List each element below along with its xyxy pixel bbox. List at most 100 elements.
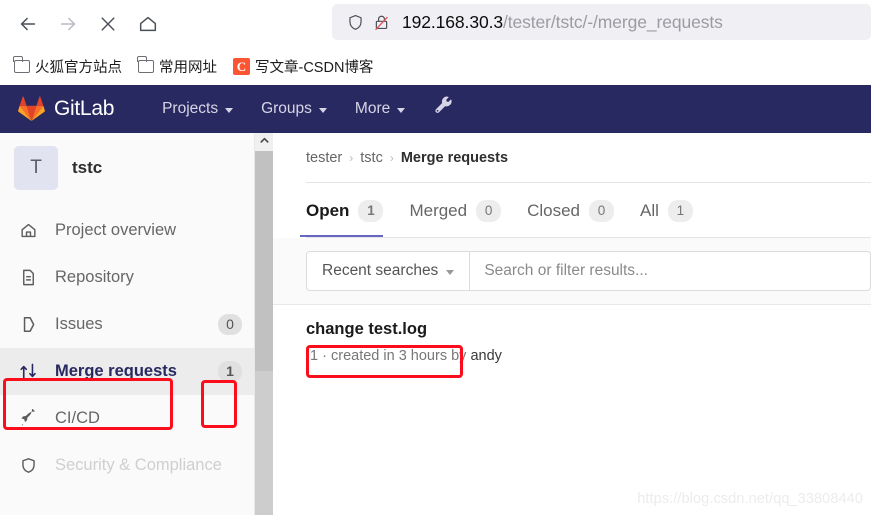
- sidebar-scroll-up-button[interactable]: [255, 133, 273, 151]
- sidebar-nav-list: Project overview Repository Issues 0 Mer…: [0, 207, 254, 489]
- tab-count: 1: [667, 200, 693, 222]
- sidebar-item-label: CI/CD: [55, 409, 100, 427]
- url-text[interactable]: 192.168.30.3/tester/tstc/-/merge_request…: [402, 12, 723, 33]
- merge-request-list-item[interactable]: change test.log !1 · created in 3 hours …: [273, 305, 871, 380]
- sidebar-item-merge-requests[interactable]: Merge requests 1: [0, 348, 254, 395]
- stop-button[interactable]: [88, 4, 128, 44]
- chevron-down-icon: [446, 269, 455, 275]
- close-x-icon: [98, 14, 118, 34]
- sidebar-item-project-overview[interactable]: Project overview: [0, 207, 254, 254]
- forward-button[interactable]: [48, 4, 88, 44]
- admin-area-button[interactable]: [433, 96, 455, 123]
- tab-closed[interactable]: Closed 0: [527, 200, 624, 237]
- nav-more-label: More: [354, 100, 391, 117]
- breadcrumb-separator: ›: [389, 151, 394, 165]
- sidebar-item-label: Issues: [55, 315, 103, 333]
- issue-icon: [17, 314, 39, 336]
- home-icon: [137, 13, 159, 35]
- search-filter-bar[interactable]: Recent searches Search or filter results…: [306, 251, 871, 291]
- breadcrumb-item-group[interactable]: tester: [306, 150, 342, 166]
- chevron-down-icon: [397, 107, 406, 113]
- back-button[interactable]: [8, 4, 48, 44]
- sidebar-item-security-compliance[interactable]: Security & Compliance: [0, 442, 254, 489]
- merge-request-title[interactable]: change test.log: [306, 320, 427, 339]
- search-input[interactable]: Search or filter results...: [470, 252, 662, 290]
- lock-crossed-out-icon[interactable]: [368, 9, 394, 35]
- tab-merged[interactable]: Merged 0: [409, 200, 511, 237]
- nav-projects-label: Projects: [162, 100, 219, 117]
- project-name: tstc: [72, 158, 103, 177]
- home-button[interactable]: [128, 4, 168, 44]
- shield-icon: [17, 455, 39, 477]
- sidebar-scrollbar-thumb[interactable]: [255, 151, 273, 371]
- bookmark-item[interactable]: C 写文章-CSDN博客: [227, 53, 379, 80]
- tab-label: Closed: [527, 201, 581, 220]
- sidebar-item-label: Security & Compliance: [55, 456, 222, 474]
- breadcrumb-current: Merge requests: [400, 150, 509, 166]
- nav-more[interactable]: More: [341, 94, 419, 124]
- main-content: tester › tstc › Merge requests Open 1 Me…: [273, 133, 871, 515]
- gitlab-nav-items: Projects Groups More: [148, 94, 455, 124]
- recent-searches-dropdown[interactable]: Recent searches: [307, 252, 471, 290]
- sidebar-item-label: Project overview: [55, 221, 177, 239]
- url-path: /tester/tstc/-/merge_requests: [502, 11, 723, 32]
- sidebar-item-count: 1: [218, 361, 242, 382]
- chevron-down-icon: [318, 107, 327, 113]
- tab-open[interactable]: Open 1: [299, 200, 393, 237]
- rocket-icon: [17, 408, 39, 430]
- merge-request-list: change test.log !1 · created in 3 hours …: [273, 305, 871, 380]
- browser-chrome: 192.168.30.3/tester/tstc/-/merge_request…: [0, 0, 871, 85]
- tab-all[interactable]: All 1: [640, 200, 703, 237]
- merge-request-state-tabs: Open 1 Merged 0 Closed 0 All 1: [273, 183, 871, 237]
- url-host: 192.168.30.3: [402, 11, 503, 32]
- folder-icon: [13, 56, 30, 73]
- sidebar-item-issues[interactable]: Issues 0: [0, 301, 254, 348]
- shield-icon[interactable]: [342, 9, 368, 35]
- meta-separator: ·: [322, 348, 327, 364]
- gitlab-home-link[interactable]: GitLab: [18, 96, 114, 122]
- sidebar-project-header[interactable]: T tstc: [0, 133, 254, 203]
- arrow-right-icon: [57, 13, 79, 35]
- tab-count: 0: [589, 200, 615, 222]
- address-bar[interactable]: 192.168.30.3/tester/tstc/-/merge_request…: [332, 4, 871, 40]
- bookmark-label: 写文章-CSDN博客: [255, 59, 374, 76]
- sidebar-item-label: Repository: [55, 268, 134, 286]
- breadcrumb-separator: ›: [349, 151, 354, 165]
- bookmark-label: 火狐官方站点: [35, 59, 122, 76]
- arrow-left-icon: [17, 13, 39, 35]
- merge-request-reference: !1: [306, 348, 319, 364]
- sidebar-item-count: 0: [218, 314, 242, 335]
- wrench-icon: [433, 96, 455, 123]
- gitlab-brand: GitLab: [54, 97, 115, 120]
- nav-projects[interactable]: Projects: [148, 94, 247, 124]
- sidebar-item-repository[interactable]: Repository: [0, 254, 254, 301]
- sidebar-item-label: Merge requests: [55, 362, 177, 380]
- merge-request-author[interactable]: andy: [470, 348, 501, 364]
- gitlab-navbar: GitLab Projects Groups More: [0, 85, 871, 133]
- merge-request-icon: [17, 361, 39, 383]
- bookmark-label: 常用网址: [159, 59, 217, 76]
- merge-request-meta: !1 · created in 3 hours by andy: [306, 348, 871, 364]
- gitlab-fox-icon: [18, 96, 45, 122]
- nav-groups-label: Groups: [261, 100, 312, 117]
- watermark: https://blog.csdn.net/qq_33808440: [637, 491, 863, 507]
- sidebar-item-ci-cd[interactable]: CI/CD: [0, 395, 254, 442]
- browser-window: 192.168.30.3/tester/tstc/-/merge_request…: [0, 0, 871, 515]
- nav-groups[interactable]: Groups: [247, 94, 341, 124]
- tab-count: 1: [358, 200, 384, 222]
- breadcrumb-item-project[interactable]: tstc: [360, 150, 383, 166]
- tab-count: 0: [476, 200, 502, 222]
- bookmark-item[interactable]: 常用网址: [132, 53, 223, 80]
- tab-label: All: [640, 201, 659, 220]
- bookmarks-bar: 火狐官方站点 常用网址 C 写文章-CSDN博客: [0, 48, 871, 84]
- bookmark-item[interactable]: 火狐官方站点: [8, 53, 128, 80]
- chevron-up-icon: [259, 133, 270, 151]
- chevron-down-icon: [225, 107, 234, 113]
- recent-searches-label: Recent searches: [322, 262, 439, 279]
- document-icon: [17, 267, 39, 289]
- project-avatar: T: [14, 146, 58, 190]
- merge-request-created-text: created in 3 hours by: [331, 348, 467, 364]
- project-sidebar: T tstc Project overview Repository Issue…: [0, 133, 255, 515]
- csdn-icon: C: [233, 57, 250, 75]
- folder-icon: [137, 56, 154, 73]
